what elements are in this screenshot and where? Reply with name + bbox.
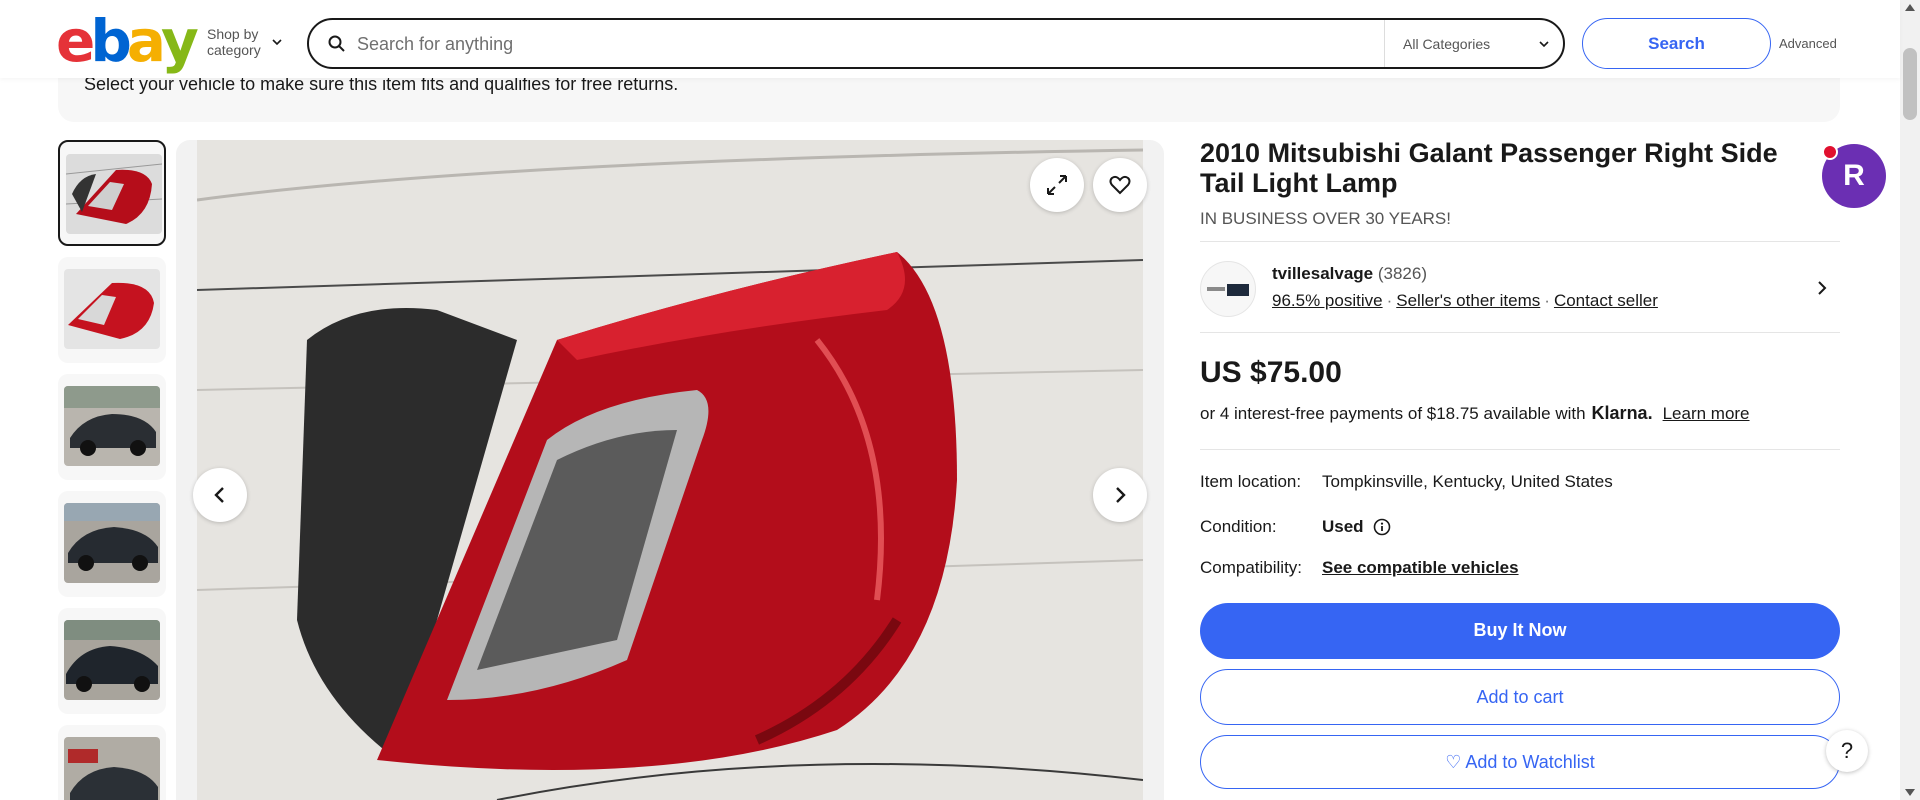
scroll-up-arrow-icon[interactable] <box>1905 4 1915 11</box>
thumbnail-image <box>64 620 160 700</box>
main-product-image[interactable] <box>176 140 1164 800</box>
seller-avatar[interactable] <box>1200 261 1256 317</box>
heart-icon <box>1109 175 1131 195</box>
chevron-down-icon <box>272 39 282 46</box>
category-select-value: All Categories <box>1403 36 1491 52</box>
assistant-avatar-button[interactable]: R <box>1822 144 1886 208</box>
condition-value: Used <box>1322 517 1364 536</box>
positive-feedback-link[interactable]: 96.5% positive <box>1272 291 1383 310</box>
thumbnail-image <box>66 154 162 234</box>
category-select[interactable]: All Categories <box>1384 20 1564 67</box>
watch-heart-button[interactable] <box>1093 158 1147 212</box>
chevron-left-icon <box>214 487 224 503</box>
compatibility-label: Compatibility: <box>1200 558 1303 577</box>
product-title: 2010 Mitsubishi Galant Passenger Right S… <box>1200 138 1778 198</box>
sellers-other-items-link[interactable]: Seller's other items <box>1396 291 1540 310</box>
chevron-down-icon <box>1539 41 1549 48</box>
thumbnail-6[interactable] <box>58 725 166 800</box>
search-bar: All Categories <box>307 18 1565 69</box>
search-input[interactable] <box>357 30 1357 58</box>
divider <box>1200 449 1840 450</box>
klarna-text: or 4 interest-free payments of $18.75 av… <box>1200 404 1586 423</box>
klarna-logo: Klarna. <box>1591 403 1653 423</box>
add-to-cart-button[interactable]: Add to cart <box>1200 669 1840 725</box>
thumbnail-2[interactable] <box>58 257 166 363</box>
product-subtitle: IN BUSINESS OVER 30 YEARS! <box>1200 209 1451 228</box>
thumbnail-image <box>64 386 160 466</box>
item-location-value: Tompkinsville, Kentucky, United States <box>1322 472 1613 491</box>
thumbnail-1[interactable] <box>58 140 166 246</box>
divider <box>1200 241 1840 242</box>
chevron-right-icon <box>1116 487 1126 503</box>
seller-links: 96.5% positive · Seller's other items · Cont… <box>1272 291 1658 311</box>
feedback-count: (3826) <box>1377 264 1427 283</box>
thumbnail-3[interactable] <box>58 374 166 480</box>
thumbnail-5[interactable] <box>58 608 166 714</box>
thumbnail-image <box>64 503 160 583</box>
shop-by-category-button[interactable]: Shop by category <box>207 26 282 58</box>
vehicle-fitment-banner: Select your vehicle to make sure this it… <box>58 74 1840 122</box>
search-icon <box>328 35 345 52</box>
thumbnail-image <box>64 737 160 800</box>
see-compatible-vehicles-link[interactable]: See compatible vehicles <box>1322 558 1519 578</box>
thumbnail-4[interactable] <box>58 491 166 597</box>
logo-letter-b: b <box>90 7 131 75</box>
scroll-down-arrow-icon[interactable] <box>1905 789 1915 796</box>
seller-name[interactable]: tvillesalvage <box>1272 264 1373 283</box>
item-price: US $75.00 <box>1200 356 1342 389</box>
info-icon[interactable] <box>1373 518 1391 536</box>
logo-letter-y: y <box>161 7 199 75</box>
search-button[interactable]: Search <box>1582 18 1771 69</box>
divider <box>1200 332 1840 333</box>
site-header: ebay Shop by category All Categories Sea… <box>0 0 1900 78</box>
thumbnail-image <box>64 269 160 349</box>
seller-info: tvillesalvage (3826) <box>1272 264 1427 284</box>
contact-seller-link[interactable]: Contact seller <box>1554 291 1658 310</box>
separator: · <box>1544 291 1550 310</box>
previous-image-button[interactable] <box>193 468 247 522</box>
ebay-logo[interactable]: ebay <box>56 7 199 75</box>
help-button[interactable]: ? <box>1826 730 1868 772</box>
chevron-right-icon[interactable] <box>1812 278 1832 298</box>
separator: · <box>1386 291 1393 310</box>
klarna-financing: or 4 interest-free payments of $18.75 av… <box>1200 403 1750 424</box>
next-image-button[interactable] <box>1093 468 1147 522</box>
logo-letter-e: e <box>56 7 95 75</box>
category-label: category <box>207 42 261 58</box>
learn-more-link[interactable]: Learn more <box>1663 404 1750 423</box>
condition-label: Condition: <box>1200 517 1277 536</box>
ebay-listing-page: ebay Shop by category All Categories Sea… <box>0 0 1920 800</box>
scrollbar-thumb[interactable] <box>1903 48 1917 120</box>
add-to-watchlist-button[interactable]: ♡ Add to Watchlist <box>1200 735 1840 789</box>
expand-image-button[interactable] <box>1030 158 1084 212</box>
buy-it-now-button[interactable]: Buy It Now <box>1200 603 1840 659</box>
item-location-label: Item location: <box>1200 472 1302 491</box>
avatar-letter: R <box>1843 159 1865 192</box>
advanced-search-link[interactable]: Advanced <box>1779 36 1837 51</box>
shop-by-label: Shop by <box>207 26 259 42</box>
tail-light-photo <box>197 140 1143 800</box>
logo-letter-a: a <box>126 7 166 75</box>
notification-dot <box>1822 144 1838 160</box>
page-scrollbar[interactable] <box>1900 0 1920 800</box>
expand-icon <box>1047 175 1067 195</box>
